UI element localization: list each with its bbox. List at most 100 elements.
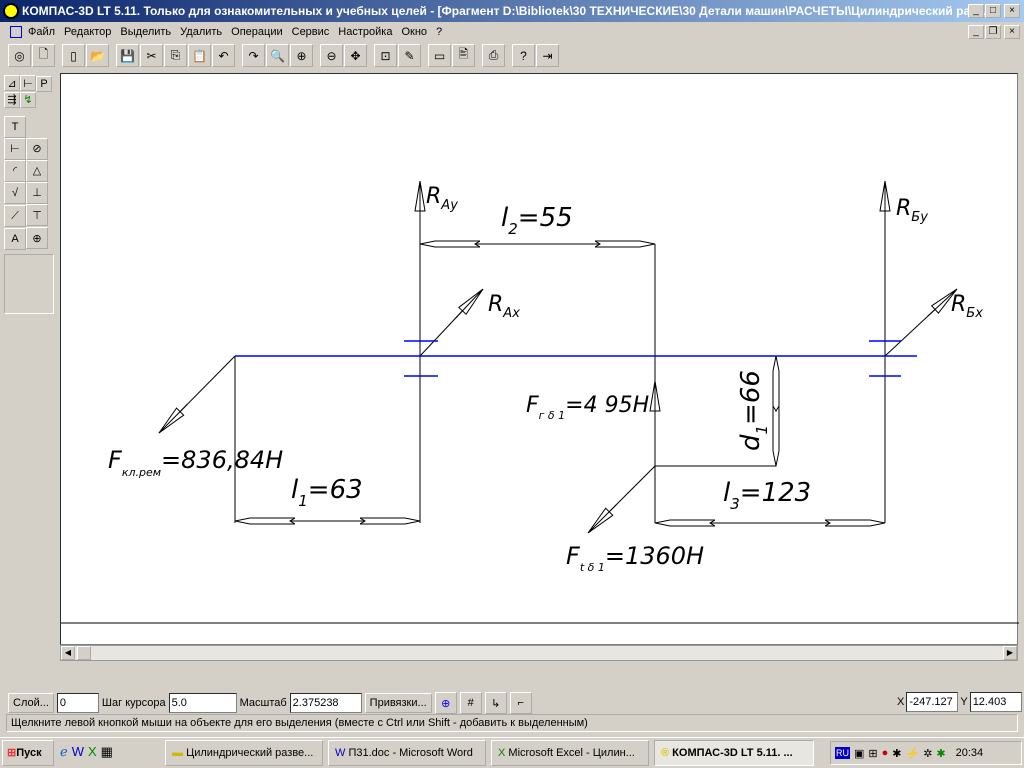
center-mark-icon[interactable]: ⊕ — [26, 227, 48, 249]
RAy-label: RAy — [426, 184, 458, 213]
language-indicator[interactable]: RU — [835, 747, 850, 759]
layer-button[interactable]: Слой... — [8, 693, 54, 713]
pan-icon[interactable]: ✥ — [344, 44, 367, 67]
clock: 20:34 — [955, 747, 984, 759]
dimension-tab-icon[interactable]: ⊢ — [20, 75, 36, 91]
app-logo-icon — [3, 3, 19, 19]
snap-button[interactable]: Привязки... — [364, 693, 432, 713]
view-icon[interactable]: ▭ — [428, 44, 451, 67]
menu-item[interactable]: ? — [436, 26, 442, 38]
linear-dim-icon[interactable]: ⊢ — [4, 137, 26, 160]
exit-icon[interactable]: ⇥ — [536, 44, 559, 67]
layer-select[interactable]: 0 — [56, 693, 99, 713]
task-label: Цилиндрический разве... — [186, 747, 314, 759]
minimize-button[interactable]: _ — [968, 4, 984, 18]
word-doc-icon: W — [335, 747, 349, 759]
task-folder[interactable]: ▬ Цилиндрический разве... — [165, 740, 323, 766]
menu-item[interactable]: Выделить — [120, 26, 171, 38]
edit-tab-icon[interactable]: P — [36, 75, 52, 92]
new-fragment-icon[interactable]: ▯ — [62, 44, 85, 67]
calculator-icon[interactable]: ▦ — [101, 744, 113, 760]
close-button[interactable]: × — [1004, 4, 1020, 18]
y-coord[interactable]: 12.403 — [969, 692, 1022, 712]
menu-item[interactable]: Сервис — [292, 26, 330, 38]
undo-icon[interactable]: ↶ — [212, 44, 235, 67]
local-cs-icon[interactable]: ↳ — [484, 692, 507, 714]
network-icon[interactable]: ⊞ — [868, 747, 877, 760]
antivirus-icon[interactable]: ✱ — [936, 747, 945, 760]
maximize-button[interactable]: □ — [985, 4, 1001, 18]
menu-item[interactable]: Окно — [401, 26, 427, 38]
pencil-icon[interactable]: ✎ — [398, 44, 421, 67]
menu-item[interactable]: Файл — [28, 26, 55, 38]
task-excel[interactable]: X Microsoft Excel - Цилин... — [491, 740, 649, 766]
measure-tab-icon[interactable]: ↯ — [20, 91, 36, 108]
scroll-thumb[interactable] — [77, 646, 91, 660]
scroll-left-button[interactable]: ◀ — [61, 646, 75, 660]
x-label: X — [897, 696, 905, 708]
redo-icon[interactable]: ↷ — [242, 44, 265, 67]
tool-options-area — [4, 253, 54, 314]
new-doc-icon[interactable]: 🗋 — [32, 44, 55, 67]
cut-icon[interactable]: ✂ — [140, 44, 163, 67]
gear-tray-icon[interactable]: ✲ — [923, 747, 932, 760]
windows-logo-icon: ⊞ — [7, 747, 17, 759]
start-button[interactable]: ⊞Пуск — [2, 740, 54, 766]
l1-label: l1=63 — [291, 475, 363, 510]
copy-icon[interactable]: ⎘ — [164, 44, 187, 67]
camera-icon[interactable]: ◎ — [8, 44, 31, 67]
excel-icon[interactable]: X — [88, 744, 97, 760]
fit-icon[interactable]: ⊡ — [374, 44, 397, 67]
ortho-icon[interactable]: ⌐ — [509, 692, 532, 714]
text-tool-icon[interactable]: T — [4, 115, 26, 138]
arrow-view-icon[interactable]: A — [4, 227, 26, 250]
bug-icon[interactable]: ✱ — [892, 747, 901, 760]
zoom-icon[interactable]: 🔍 — [266, 44, 289, 67]
base-icon[interactable]: ⊥ — [26, 181, 48, 204]
scroll-right-button[interactable]: ▶ — [1003, 646, 1017, 660]
open-icon[interactable]: 📂 — [86, 44, 109, 67]
roughness-icon[interactable]: √ — [4, 182, 26, 204]
angle-dim-icon[interactable]: △ — [26, 159, 48, 182]
doc-minimize-button[interactable]: _ — [968, 25, 984, 39]
save-icon[interactable]: 💾 — [116, 44, 139, 67]
task-kompas[interactable]: ® КОМПАС-3D LT 5.11. ... — [654, 740, 814, 766]
grid-icon[interactable]: # — [459, 692, 482, 714]
tolerance-icon[interactable]: ⊤ — [26, 204, 48, 226]
preview-icon[interactable]: 🖹 — [452, 44, 475, 67]
x-coord[interactable]: -247.127 — [906, 692, 959, 712]
traffic-light-icon[interactable]: ● — [882, 747, 889, 759]
menu-item[interactable]: Настройка — [338, 26, 392, 38]
tray-app-icon[interactable]: ▣ — [854, 747, 864, 760]
Fkl-arrow — [159, 355, 236, 433]
task-label: КОМПАС-3D LT 5.11. ... — [672, 747, 793, 759]
menu-item[interactable]: Удалить — [180, 26, 222, 38]
help-icon[interactable]: ? — [512, 44, 535, 67]
arc-dim-icon[interactable]: ◜ — [4, 159, 26, 182]
doc-close-button[interactable]: × — [1004, 25, 1020, 39]
geometry-tab-icon[interactable]: ⊿ — [4, 75, 20, 91]
zoom-in-icon[interactable]: ⊕ — [290, 44, 313, 67]
paste-icon[interactable]: 📋 — [188, 44, 211, 67]
ie-icon[interactable]: ℯ — [60, 744, 68, 760]
task-word[interactable]: W П31.doc - Microsoft Word — [328, 740, 486, 766]
snap-toggle-icon[interactable]: ⊕ — [434, 692, 457, 714]
power-icon[interactable]: ⚡ — [906, 747, 920, 760]
scale-select[interactable]: 2.375238 — [289, 693, 362, 713]
doc-restore-button[interactable]: ❐ — [985, 25, 1001, 39]
leader-icon[interactable]: ⟋ — [4, 205, 26, 227]
menu-item[interactable]: Редактор — [64, 26, 111, 38]
word-icon[interactable]: W — [72, 744, 84, 760]
zoom-out-icon[interactable]: ⊖ — [320, 44, 343, 67]
print-icon[interactable]: ⎙ — [482, 44, 505, 67]
horizontal-scrollbar[interactable]: ◀ ▶ — [60, 645, 1018, 661]
step-select[interactable]: 5.0 — [168, 693, 237, 713]
menu-item[interactable]: Операции — [231, 26, 282, 38]
folder-icon: ▬ — [172, 747, 187, 759]
param-tab-icon[interactable]: ⇶ — [4, 91, 20, 108]
drawing-canvas[interactable]: RAy RБy RAx RБx l2=55 l1=63 l3=123 d1=66… — [60, 73, 1019, 645]
quick-launch: ℯ W X ▦ — [60, 744, 113, 760]
diameter-dim-icon[interactable]: ⊘ — [26, 137, 48, 160]
scale-value: 2.375238 — [292, 697, 339, 709]
y-label: Y — [960, 696, 968, 708]
